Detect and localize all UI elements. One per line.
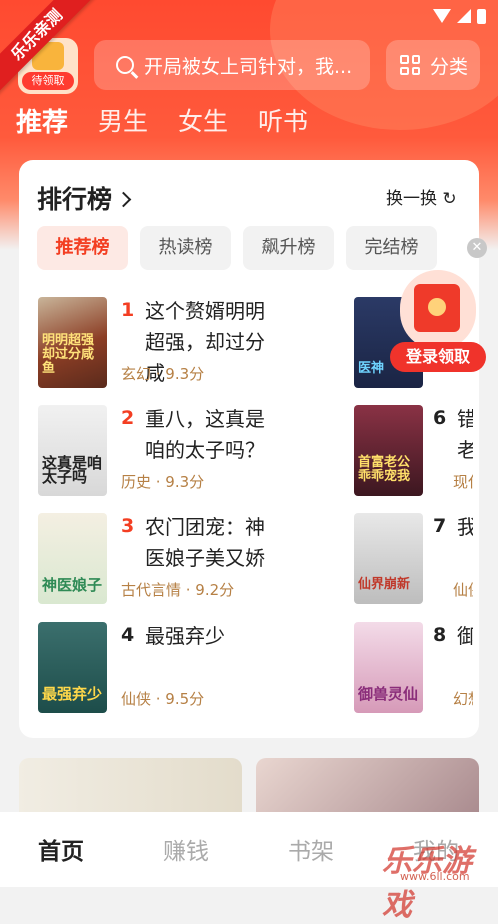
rank-tab-finished[interactable]: 完结榜	[346, 226, 437, 270]
wifi-icon	[433, 9, 451, 23]
book-meta: 仙侠	[453, 581, 473, 599]
book-meta: 玄幻 · 9.3分	[121, 365, 205, 383]
tab-recommend[interactable]: 推荐	[16, 102, 68, 139]
book-title: 最强弃少	[145, 624, 225, 648]
category-label: 分类	[430, 55, 469, 78]
book-meta: 幻想	[453, 690, 473, 708]
rank-number: 3	[121, 515, 135, 537]
red-envelope-icon	[400, 270, 476, 350]
login-claim-button[interactable]: 登录领取	[390, 342, 486, 372]
category-button[interactable]: 分类	[386, 40, 480, 90]
tab-female[interactable]: 女生	[178, 102, 228, 139]
rank-number: 6	[433, 407, 447, 429]
watermark-url: www.6ll.com	[400, 870, 470, 883]
rank-number: 8	[433, 624, 447, 646]
red-packet-widget[interactable]: 登录领取	[390, 270, 486, 380]
search-icon	[116, 56, 134, 74]
search-placeholder: 开局被女上司针对，我...	[144, 55, 353, 78]
book-cover: 首富老公乖乖宠我	[354, 405, 423, 496]
rank-tab-hot[interactable]: 热读榜	[140, 226, 231, 270]
book-meta: 仙侠 · 9.5分	[121, 690, 205, 708]
rank-tab-rising[interactable]: 飙升榜	[243, 226, 334, 270]
nav-bookshelf[interactable]: 书架	[288, 832, 334, 866]
book-item[interactable]: 首富老公乖乖宠我 6 错老 现代	[354, 405, 473, 496]
book-title: 农门团宠：神医娘子美又娇	[145, 515, 265, 570]
book-cover: 明明超强却过分咸鱼	[38, 297, 107, 388]
swap-button[interactable]: 换一换 ↻	[386, 184, 457, 209]
book-meta: 古代言情 · 9.2分	[121, 581, 235, 599]
refresh-icon: ↻	[442, 189, 457, 209]
battery-icon	[477, 8, 486, 24]
status-bar	[433, 6, 486, 26]
book-cover: 这真是咱太子吗	[38, 405, 107, 496]
close-icon[interactable]: ✕	[467, 238, 487, 258]
ranking-card: 排行榜 换一换 ↻ 推荐榜 热读榜 飙升榜 完结榜 明明超强却过分咸鱼 1 这个…	[19, 160, 479, 738]
book-item[interactable]: 明明超强却过分咸鱼 1 这个赘婿明明超强，却过分咸 玄幻 · 9.3分	[38, 297, 281, 388]
top-tabs: 推荐 男生 女生 听书	[16, 102, 308, 139]
nav-earn[interactable]: 赚钱	[163, 832, 209, 866]
search-bar[interactable]: 开局被女上司针对，我...	[94, 40, 370, 90]
rank-number: 1	[121, 299, 135, 321]
chevron-right-icon	[115, 191, 132, 208]
book-title: 重八，这真是咱的太子吗？	[145, 407, 265, 462]
reward-label: 待领取	[22, 72, 74, 90]
book-cover: 神医娘子	[38, 513, 107, 604]
book-item[interactable]: 这真是咱太子吗 2 重八，这真是咱的太子吗？ 历史 · 9.3分	[38, 405, 281, 496]
ranking-tabs: 推荐榜 热读榜 飙升榜 完结榜	[37, 226, 437, 270]
rank-tab-recommend[interactable]: 推荐榜	[37, 226, 128, 270]
nav-home[interactable]: 首页	[38, 832, 84, 866]
book-item[interactable]: 最强弃少 4 最强弃少 仙侠 · 9.5分	[38, 622, 281, 713]
book-cover: 最强弃少	[38, 622, 107, 713]
ranking-title[interactable]: 排行榜	[37, 180, 132, 216]
rank-number: 2	[121, 407, 135, 429]
book-title: 我	[457, 515, 473, 539]
rank-number: 7	[433, 515, 447, 537]
book-meta: 历史 · 9.3分	[121, 473, 205, 491]
signal-icon	[457, 9, 471, 23]
book-item[interactable]: 仙界崩新 7 我 仙侠	[354, 513, 473, 604]
book-item[interactable]: 神医娘子 3 农门团宠：神医娘子美又娇 古代言情 · 9.2分	[38, 513, 281, 604]
rank-number: 4	[121, 624, 135, 646]
book-item[interactable]: 御兽灵仙 8 御 幻想	[354, 622, 473, 713]
tab-male[interactable]: 男生	[98, 102, 148, 139]
book-title: 御	[457, 624, 473, 648]
book-title: 错老	[457, 407, 473, 462]
book-cover: 仙界崩新	[354, 513, 423, 604]
grid-icon	[400, 55, 420, 75]
book-cover: 御兽灵仙	[354, 622, 423, 713]
book-meta: 现代	[453, 473, 473, 491]
tab-audio[interactable]: 听书	[258, 102, 308, 139]
